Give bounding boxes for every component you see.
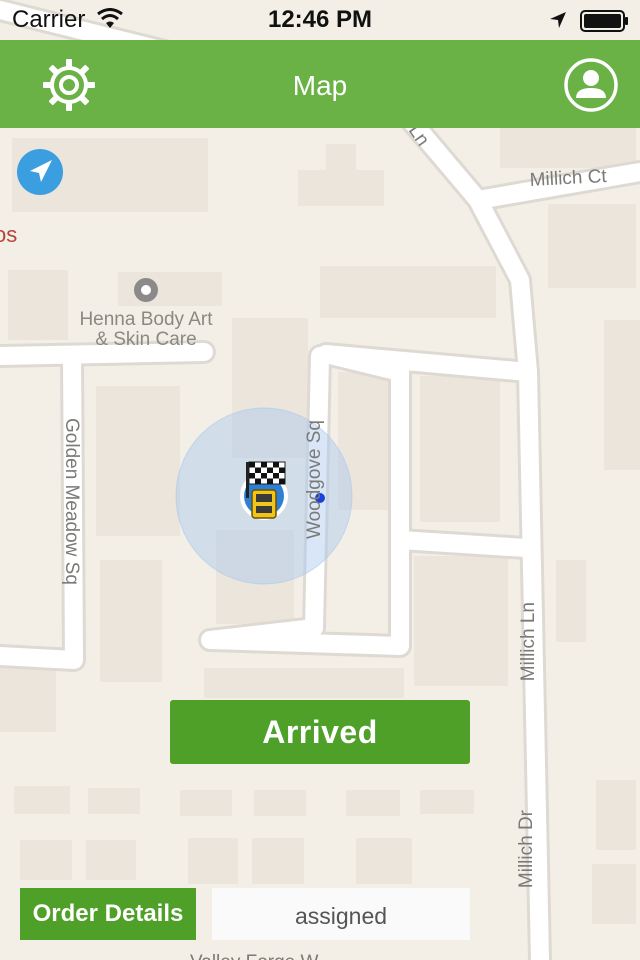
poi-label-line1: Henna Body Art [79,309,213,330]
street-label-millich-ln: Millich Ln [518,602,539,682]
poi-label: Henna Body Art & Skin Care [64,310,228,350]
poi-label-line2: & Skin Care [95,329,197,350]
battery-icon [580,10,628,32]
status-time: 12:46 PM [267,6,373,33]
profile-button[interactable] [562,56,620,114]
street-label-millich-ct: Millich Ct [529,166,608,191]
street-label-golden-meadow: Golden Meadow Sq [61,418,82,585]
taxi-icon [251,489,277,519]
status-bar: Carrier 12:46 PM [0,0,640,40]
nav-bar: Map [0,40,640,128]
poi-pin-icon[interactable] [134,278,158,302]
navigation-arrow-icon [17,149,63,195]
user-profile-icon [564,58,618,112]
order-status-field: assigned [212,888,470,940]
locate-me-button[interactable] [16,148,64,196]
street-label-millich-dr: Millich Dr [516,810,537,889]
arrived-button[interactable]: Arrived [170,700,470,764]
street-label-bottom-cut: Valley Forge W [190,952,319,960]
map-label-cut: os [0,222,17,247]
page-title: Map [292,70,348,101]
order-details-button[interactable]: Order Details [20,888,196,940]
location-services-icon [550,12,566,28]
street-label-woodgove: Woodgove Sq [304,420,325,540]
